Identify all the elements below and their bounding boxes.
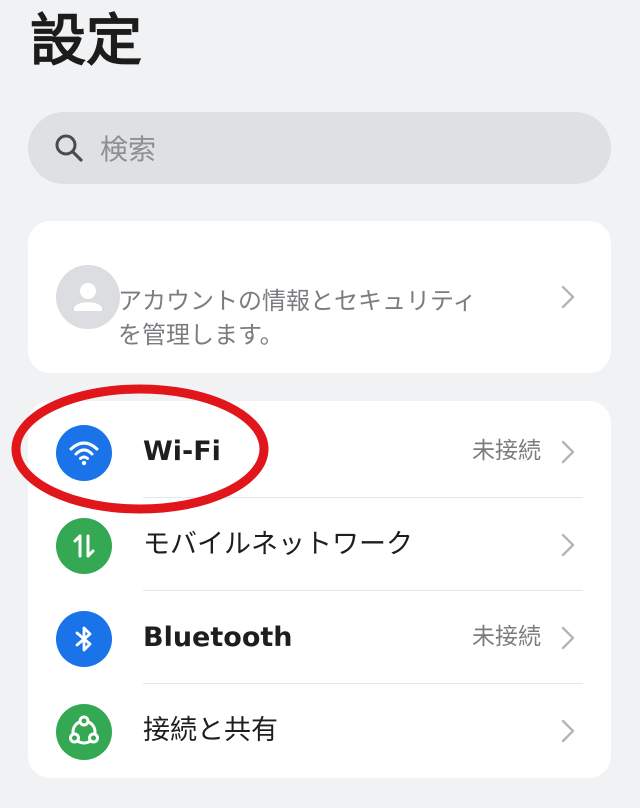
account-text-line-2: を管理します。: [118, 321, 284, 349]
share-icon: [56, 704, 112, 760]
chevron-right-icon: [561, 285, 575, 309]
connection-sharing-row[interactable]: 接続と共有: [28, 684, 611, 777]
search-icon: [54, 133, 84, 163]
mobile-network-row[interactable]: モバイルネットワーク: [28, 498, 611, 591]
bluetooth-row[interactable]: Bluetooth 未接続: [28, 591, 611, 684]
search-bar[interactable]: 検索: [28, 112, 611, 184]
search-placeholder: 検索: [100, 133, 157, 166]
page-title: 設定: [30, 9, 142, 74]
wifi-icon: [56, 425, 112, 481]
wifi-label: Wi-Fi: [143, 436, 221, 467]
bluetooth-icon: [56, 611, 112, 667]
bluetooth-label: Bluetooth: [143, 622, 293, 653]
wifi-row[interactable]: Wi-Fi 未接続: [28, 405, 611, 498]
chevron-right-icon: [561, 626, 575, 650]
chevron-right-icon: [561, 440, 575, 464]
wifi-status: 未接続: [472, 438, 541, 464]
chevron-right-icon: [561, 719, 575, 743]
account-text-line-1: アカウントの情報とセキュリティ: [118, 287, 477, 315]
connection-sharing-label: 接続と共有: [143, 715, 278, 746]
bluetooth-status: 未接続: [472, 624, 541, 650]
network-card: Wi-Fi 未接続 モバイルネットワーク Bluetooth 未接続 接続と共有: [28, 401, 611, 778]
chevron-right-icon: [561, 533, 575, 557]
mobile-data-icon: [56, 518, 112, 574]
avatar: [56, 265, 120, 329]
account-description: アカウントの情報とセキュリティ を管理します。: [118, 284, 508, 352]
mobile-network-label: モバイルネットワーク: [143, 529, 413, 560]
person-icon: [74, 283, 102, 311]
